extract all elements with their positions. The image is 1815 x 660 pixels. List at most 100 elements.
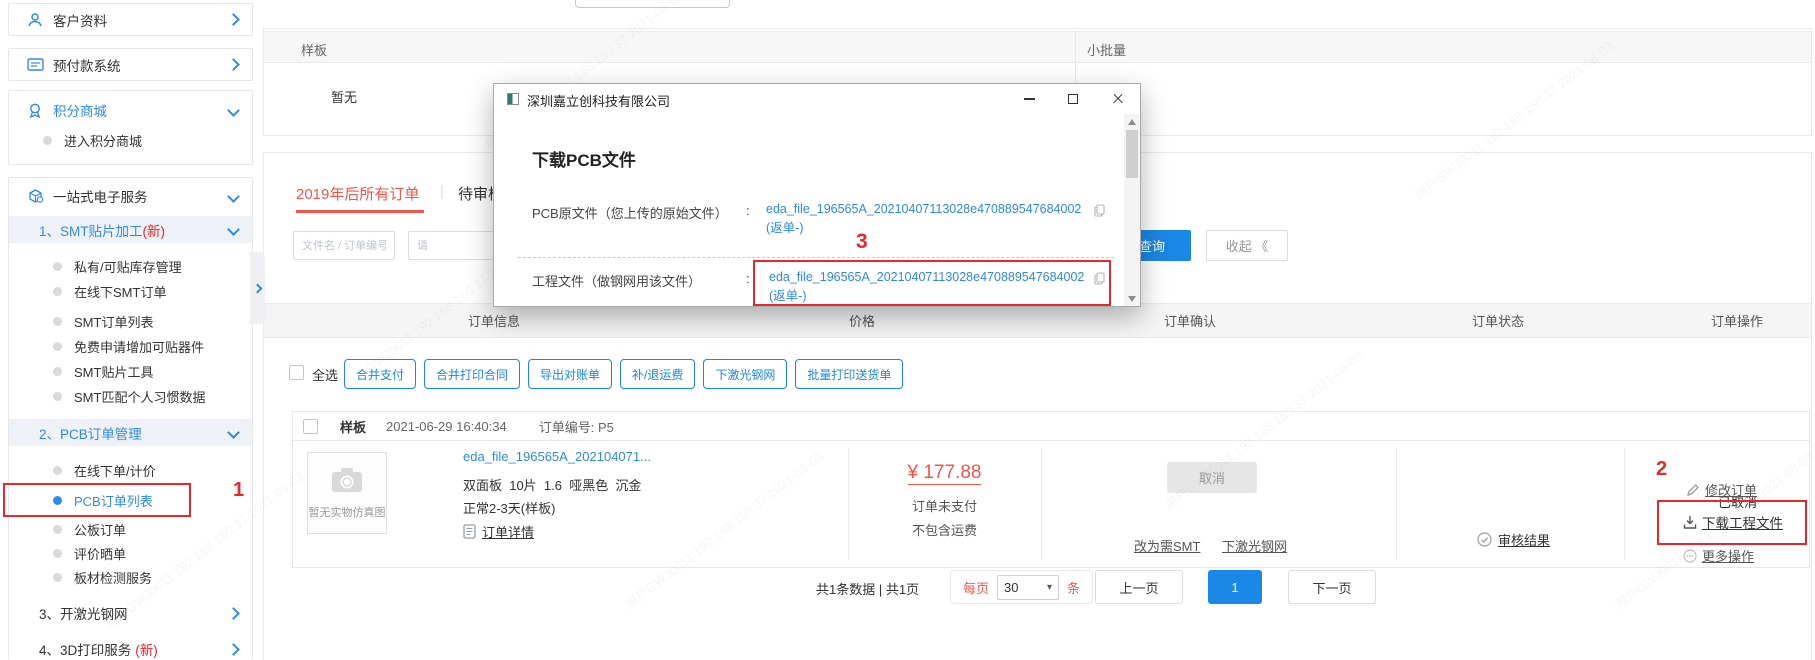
dialog-window-title: 深圳嘉立创科技有限公司 bbox=[527, 91, 670, 110]
sidebar-item-pcb-quote[interactable]: 在线下单/计价 bbox=[9, 458, 252, 482]
sidebar-group-laser-label: 3、开激光钢网 bbox=[39, 603, 128, 623]
chevron-right-icon bbox=[227, 13, 240, 26]
download-icon bbox=[1683, 515, 1697, 530]
scroll-up-icon[interactable] bbox=[1128, 119, 1136, 125]
maximize-button[interactable] bbox=[1056, 84, 1090, 114]
annotation-marker-3: 3 bbox=[856, 230, 868, 254]
laser-stencil-button[interactable]: 下激光钢网 bbox=[703, 359, 787, 389]
sidebar-collapse-handle[interactable] bbox=[250, 252, 265, 324]
sidebar-group-pcb[interactable]: 2、PCB订单管理 bbox=[9, 419, 252, 446]
chevron-down-icon bbox=[227, 223, 240, 236]
order-detail-link[interactable]: 订单详情 bbox=[463, 522, 534, 541]
close-button[interactable] bbox=[1101, 84, 1135, 114]
sidebar-card-customer[interactable]: 客户资料 bbox=[8, 3, 253, 36]
order-detail-label: 订单详情 bbox=[482, 522, 534, 541]
engineering-file-link[interactable]: eda_file_196565A_20210407113028e47088954… bbox=[769, 268, 1091, 306]
edit-order-label: 修改订单 bbox=[1705, 480, 1757, 499]
sidebar-item-smt-private-stock[interactable]: 私有/可贴库存管理 bbox=[9, 254, 252, 278]
chevron-right-icon bbox=[227, 607, 240, 620]
pencil-icon bbox=[1686, 483, 1700, 497]
sidebar-item-label: PCB订单列表 bbox=[74, 491, 153, 510]
scrollbar-thumb[interactable] bbox=[1126, 130, 1138, 178]
bullet-icon bbox=[53, 573, 62, 582]
sidebar-label-customer: 客户资料 bbox=[53, 10, 107, 30]
header-price: 价格 bbox=[849, 304, 875, 339]
sidebar-item-smt-free-parts[interactable]: 免费申请增加可贴器件 bbox=[9, 334, 252, 358]
order-file-link[interactable]: eda_file_196565A_202104071... bbox=[463, 449, 651, 464]
pagination-summary: 共1条数据 | 共1页 bbox=[816, 579, 919, 598]
chevron-down-icon bbox=[227, 190, 240, 203]
column-batch-label: 小批量 bbox=[1087, 40, 1126, 59]
collapse-button[interactable]: 收起 《 bbox=[1206, 230, 1288, 261]
batch-print-delivery-button[interactable]: 批量打印送货单 bbox=[795, 359, 903, 389]
prev-page-button[interactable]: 上一页 bbox=[1095, 570, 1183, 604]
camera-icon bbox=[331, 467, 363, 493]
download-eng-file-link[interactable]: 下载工程文件 bbox=[1683, 512, 1783, 532]
more-actions-label: 更多操作 bbox=[1702, 546, 1754, 565]
sidebar-group-smt[interactable]: 1、SMT贴片加工 (新) bbox=[9, 216, 252, 243]
sidebar-item-points-mall[interactable]: 积分商城 bbox=[9, 97, 252, 123]
sidebar-item-onestop[interactable]: 一站式电子服务 bbox=[9, 182, 252, 210]
bullet-icon bbox=[53, 466, 62, 475]
sidebar-card-points: 积分商城 进入积分商城 bbox=[8, 90, 253, 165]
order-thumbnail[interactable]: 暂无实物仿真图 bbox=[307, 452, 387, 534]
minimize-button[interactable] bbox=[1012, 84, 1046, 114]
dialog-title-bar[interactable]: 深圳嘉立创科技有限公司 bbox=[494, 84, 1140, 114]
more-actions-link[interactable]: 更多操作 bbox=[1683, 546, 1754, 565]
current-page-button[interactable]: 1 bbox=[1208, 570, 1262, 604]
header-order-status: 订单状态 bbox=[1472, 304, 1524, 339]
bullet-icon bbox=[53, 367, 62, 376]
copy-icon[interactable] bbox=[1094, 204, 1105, 222]
price-cell: ¥ 177.88 bbox=[848, 462, 1041, 484]
window-icon bbox=[507, 93, 519, 105]
review-result-link[interactable]: 审核结果 bbox=[1477, 530, 1550, 549]
sidebar-group-pcb-label: 2、PCB订单管理 bbox=[39, 423, 142, 443]
header-order-actions: 订单操作 bbox=[1711, 304, 1763, 339]
sidebar-item-pcb-public-board[interactable]: 公板订单 bbox=[9, 517, 252, 541]
pcb-source-file-link[interactable]: eda_file_196565A_20210407113028e47088954… bbox=[766, 200, 1088, 238]
bullet-icon bbox=[53, 287, 62, 296]
merge-print-contract-button[interactable]: 合并打印合同 bbox=[424, 359, 520, 389]
sidebar-group-laser-stencil[interactable]: 3、开激光钢网 bbox=[9, 599, 252, 627]
order-price-link[interactable]: ¥ 177.88 bbox=[908, 462, 982, 485]
select-all-label: 全选 bbox=[312, 365, 338, 384]
bullet-icon bbox=[53, 392, 62, 401]
scroll-down-icon[interactable] bbox=[1128, 296, 1136, 302]
colon: : bbox=[746, 203, 750, 218]
order-checkbox[interactable] bbox=[303, 419, 318, 434]
tab-active-underline bbox=[296, 210, 424, 213]
select-all-checkbox[interactable] bbox=[289, 365, 304, 380]
order-number: 订单编号: P5 bbox=[539, 417, 614, 436]
sample-empty-text: 暂无 bbox=[331, 87, 357, 106]
tab-separator: | bbox=[440, 183, 444, 200]
dialog-scrollbar[interactable] bbox=[1124, 114, 1140, 307]
sidebar-item-smt-tools[interactable]: SMT贴片工具 bbox=[9, 359, 252, 383]
sidebar-item-pcb-material-test[interactable]: 板材检测服务 bbox=[9, 565, 252, 589]
chevron-right-icon bbox=[227, 58, 240, 71]
sidebar-item-smt-order-list[interactable]: SMT订单列表 bbox=[9, 309, 252, 333]
edit-order-link[interactable]: 修改订单 bbox=[1686, 480, 1757, 499]
sidebar-item-pcb-order-list[interactable]: PCB订单列表 bbox=[9, 488, 252, 512]
sidebar-item-label: SMT订单列表 bbox=[74, 312, 153, 331]
tab-all-orders[interactable]: 2019年后所有订单 bbox=[296, 183, 419, 204]
sidebar-item-label: 在线下SMT订单 bbox=[74, 282, 166, 301]
sidebar-item-enter-points-mall[interactable]: 进入积分商城 bbox=[9, 127, 252, 153]
cancel-button[interactable]: 取消 bbox=[1167, 462, 1257, 493]
next-page-button[interactable]: 下一页 bbox=[1288, 570, 1376, 604]
order-laser-stencil-link[interactable]: 下激光钢网 bbox=[1222, 536, 1287, 555]
sidebar-card-prepay[interactable]: 预付款系统 bbox=[8, 48, 253, 81]
sidebar-item-pcb-review[interactable]: 评价晒单 bbox=[9, 541, 252, 565]
sidebar-item-smt-habit-data[interactable]: SMT匹配个人习惯数据 bbox=[9, 384, 252, 408]
search-input[interactable] bbox=[293, 231, 395, 260]
top-partial-box bbox=[575, 0, 730, 8]
freight-adjust-button[interactable]: 补/退运费 bbox=[620, 359, 695, 389]
merge-pay-button[interactable]: 合并支付 bbox=[344, 359, 416, 389]
copy-icon[interactable] bbox=[1094, 272, 1105, 290]
order-type: 样板 bbox=[340, 417, 366, 436]
per-page-select[interactable]: 30 ▾ bbox=[997, 575, 1059, 600]
export-statement-button[interactable]: 导出对账单 bbox=[528, 359, 612, 389]
change-to-smt-link[interactable]: 改为需SMT bbox=[1134, 536, 1200, 555]
sidebar-item-smt-order-online[interactable]: 在线下SMT订单 bbox=[9, 279, 252, 303]
sidebar-group-3d-print[interactable]: 4、3D打印服务 (新) bbox=[9, 635, 252, 660]
sidebar-label-prepay: 预付款系统 bbox=[53, 55, 121, 75]
